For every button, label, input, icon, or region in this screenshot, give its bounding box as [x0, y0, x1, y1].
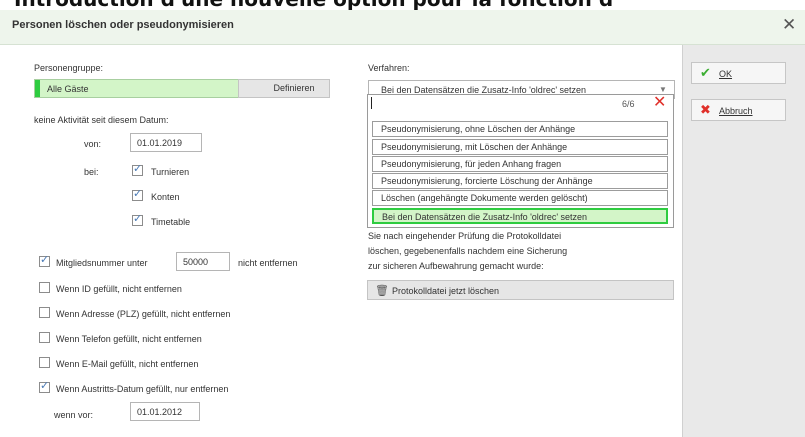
selection-marker [35, 80, 40, 97]
verfahren-option-selected[interactable]: Bei den Datensätzen die Zusatz-Info 'old… [372, 208, 668, 224]
check-label-austritt: Wenn Austritts-Datum gefüllt, nur entfer… [56, 384, 229, 394]
bei-option-label: Turnieren [151, 167, 190, 177]
check-label-id: Wenn ID gefüllt, nicht entfernen [56, 284, 182, 294]
check-label-adresse: Wenn Adresse (PLZ) gefüllt, nicht entfer… [56, 309, 231, 319]
check-label-telefon: Wenn Telefon gefüllt, nicht entfernen [56, 334, 202, 344]
checkbox-email[interactable] [39, 357, 50, 368]
von-label: von: [84, 139, 102, 149]
checkbox-mitgliedsnummer[interactable]: ✓ [39, 254, 50, 267]
verfahren-option[interactable]: Pseudonymisierung, mit Löschen der Anhän… [372, 139, 668, 155]
close-icon[interactable]: ✕ [782, 15, 796, 35]
verfahren-option[interactable]: Pseudonymisierung, forcierte Löschung de… [372, 173, 668, 189]
ok-button[interactable]: ✔ OK [691, 62, 786, 84]
bei-label: bei: [84, 167, 99, 177]
personengruppe-label: Personengruppe: [34, 63, 104, 73]
dialog-title: Personen löschen oder pseudonymisieren [12, 19, 234, 31]
inactive-since-label: keine Aktivität seit diesem Datum: [34, 115, 169, 125]
checkbox-konten[interactable]: ✓ [132, 188, 143, 201]
mitgliedsnummer-field[interactable]: 50000 [176, 252, 230, 271]
info-text-line: zur sicheren Aufbewahrung gemacht wurde: [368, 261, 544, 271]
check-label-email: Wenn E-Mail gefüllt, nicht entfernen [56, 359, 199, 369]
check-icon: ✓ [133, 213, 143, 225]
cancel-x-icon: ✖ [700, 102, 711, 117]
von-date-field[interactable]: 01.01.2019 [130, 133, 202, 152]
verfahren-label: Verfahren: [368, 63, 410, 73]
checkmark-icon: ✔ [700, 65, 711, 80]
search-result-count: 6/6 [622, 99, 635, 109]
bei-option-label: Timetable [151, 217, 191, 227]
check-icon: ✓ [133, 188, 143, 200]
mitglied-label: Mitgliedsnummer unter [56, 258, 148, 268]
personengruppe-value: Alle Gäste [47, 84, 89, 94]
cancel-label: Abbruch [719, 106, 753, 116]
personengruppe-select[interactable]: Alle Gäste ▼ [34, 79, 272, 98]
checkbox-telefon[interactable] [39, 332, 50, 343]
cancel-button[interactable]: ✖ Abbruch [691, 99, 786, 121]
verfahren-option[interactable]: Pseudonymisierung, ohne Löschen der Anhä… [372, 121, 668, 137]
check-icon: ✓ [40, 254, 50, 266]
delete-log-button[interactable]: 🗑 Protokolldatei jetzt löschen [367, 280, 674, 300]
checkbox-adresse[interactable] [39, 307, 50, 318]
info-text-line: löschen, gegebenenfalls nachdem eine Sic… [368, 246, 568, 256]
checkbox-timetable[interactable]: ✓ [132, 213, 143, 226]
checkbox-austritt[interactable]: ✓ [39, 380, 50, 393]
bei-option-label: Konten [151, 192, 180, 202]
trash-icon: 🗑 [375, 285, 389, 297]
info-text-line: Sie nach eingehender Prüfung die Protoko… [368, 231, 562, 241]
page-headline: Introduction d'une nouvelle option pour … [0, 0, 805, 10]
mitglied-suffix: nicht entfernen [238, 258, 298, 268]
checkbox-turnieren[interactable]: ✓ [132, 163, 143, 176]
text-cursor [371, 97, 372, 109]
ok-label: OK [719, 69, 733, 79]
clear-search-icon[interactable]: ✕ [653, 92, 666, 112]
verfahren-option[interactable]: Löschen (angehängte Dokumente werden gel… [372, 190, 668, 206]
checkbox-id[interactable] [39, 282, 50, 293]
wenn-vor-date-field[interactable]: 01.01.2012 [130, 402, 200, 421]
definieren-button[interactable]: Definieren [238, 79, 330, 98]
check-icon: ✓ [133, 163, 143, 175]
delete-log-label: Protokolldatei jetzt löschen [392, 286, 500, 296]
wenn-vor-label: wenn vor: [54, 410, 94, 420]
check-icon: ✓ [40, 380, 50, 392]
verfahren-option[interactable]: Pseudonymisierung, für jeden Anhang frag… [372, 156, 668, 172]
